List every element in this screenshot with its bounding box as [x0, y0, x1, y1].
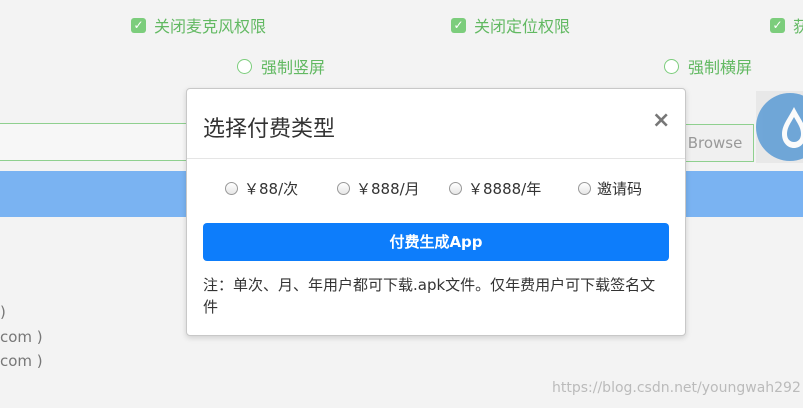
payment-type-dialog: 选择付费类型 × ￥88/次 ￥888/月 ￥8888/年 邀请码 付费生成Ap…: [186, 88, 686, 336]
radio-icon: [449, 182, 462, 195]
radio-circle-icon: [237, 58, 252, 74]
checkbox-checked-icon: ✓: [770, 17, 785, 33]
checkbox-label: 关闭定位权限: [474, 17, 571, 36]
option-per-use[interactable]: ￥88/次: [225, 178, 298, 199]
radio-label: 强制竖屏: [261, 58, 326, 77]
file-path-input[interactable]: [0, 123, 189, 161]
option-label: 邀请码: [597, 180, 643, 198]
radio-portrait[interactable]: 强制竖屏: [237, 54, 325, 78]
checkbox-checked-icon: ✓: [451, 17, 466, 33]
option-label: ￥88/次: [244, 180, 299, 198]
option-yearly[interactable]: ￥8888/年: [449, 178, 541, 199]
note-text: 注：单次、月、年用户都可下载.apk文件。仅年费用户可下载签名文件: [203, 276, 656, 316]
checkbox-label: 获: [793, 17, 803, 36]
close-icon[interactable]: ×: [652, 108, 670, 133]
radio-icon: [225, 182, 238, 195]
radio-circle-icon: [664, 58, 679, 74]
pay-generate-button[interactable]: 付费生成App: [203, 223, 669, 261]
dialog-header: 选择付费类型 ×: [187, 89, 685, 159]
option-invite-code[interactable]: 邀请码: [578, 178, 642, 199]
option-monthly[interactable]: ￥888/月: [337, 178, 420, 199]
checkbox-checked-icon: ✓: [131, 17, 146, 33]
checkbox-microphone[interactable]: ✓ 关闭麦克风权限: [131, 13, 266, 37]
checkbox-third[interactable]: ✓ 获: [770, 13, 803, 37]
radio-icon: [337, 182, 350, 195]
radio-landscape[interactable]: 强制横屏: [664, 54, 752, 78]
water-drop-icon: [756, 93, 803, 161]
browse-button[interactable]: Browse: [676, 124, 754, 162]
radio-label: 强制横屏: [688, 58, 753, 77]
side-line: ): [0, 303, 6, 321]
radio-icon: [578, 182, 591, 195]
checkbox-label: 关闭麦克风权限: [154, 17, 267, 36]
side-line: com ): [0, 352, 43, 370]
option-label: ￥8888/年: [468, 180, 542, 198]
watermark: https://blog.csdn.net/youngwah292: [552, 380, 801, 396]
checkbox-location[interactable]: ✓ 关闭定位权限: [451, 13, 570, 37]
dialog-title: 选择付费类型: [203, 117, 336, 142]
side-line: com ): [0, 328, 43, 346]
app-icon-preview: [756, 91, 803, 163]
option-label: ￥888/月: [356, 180, 420, 198]
